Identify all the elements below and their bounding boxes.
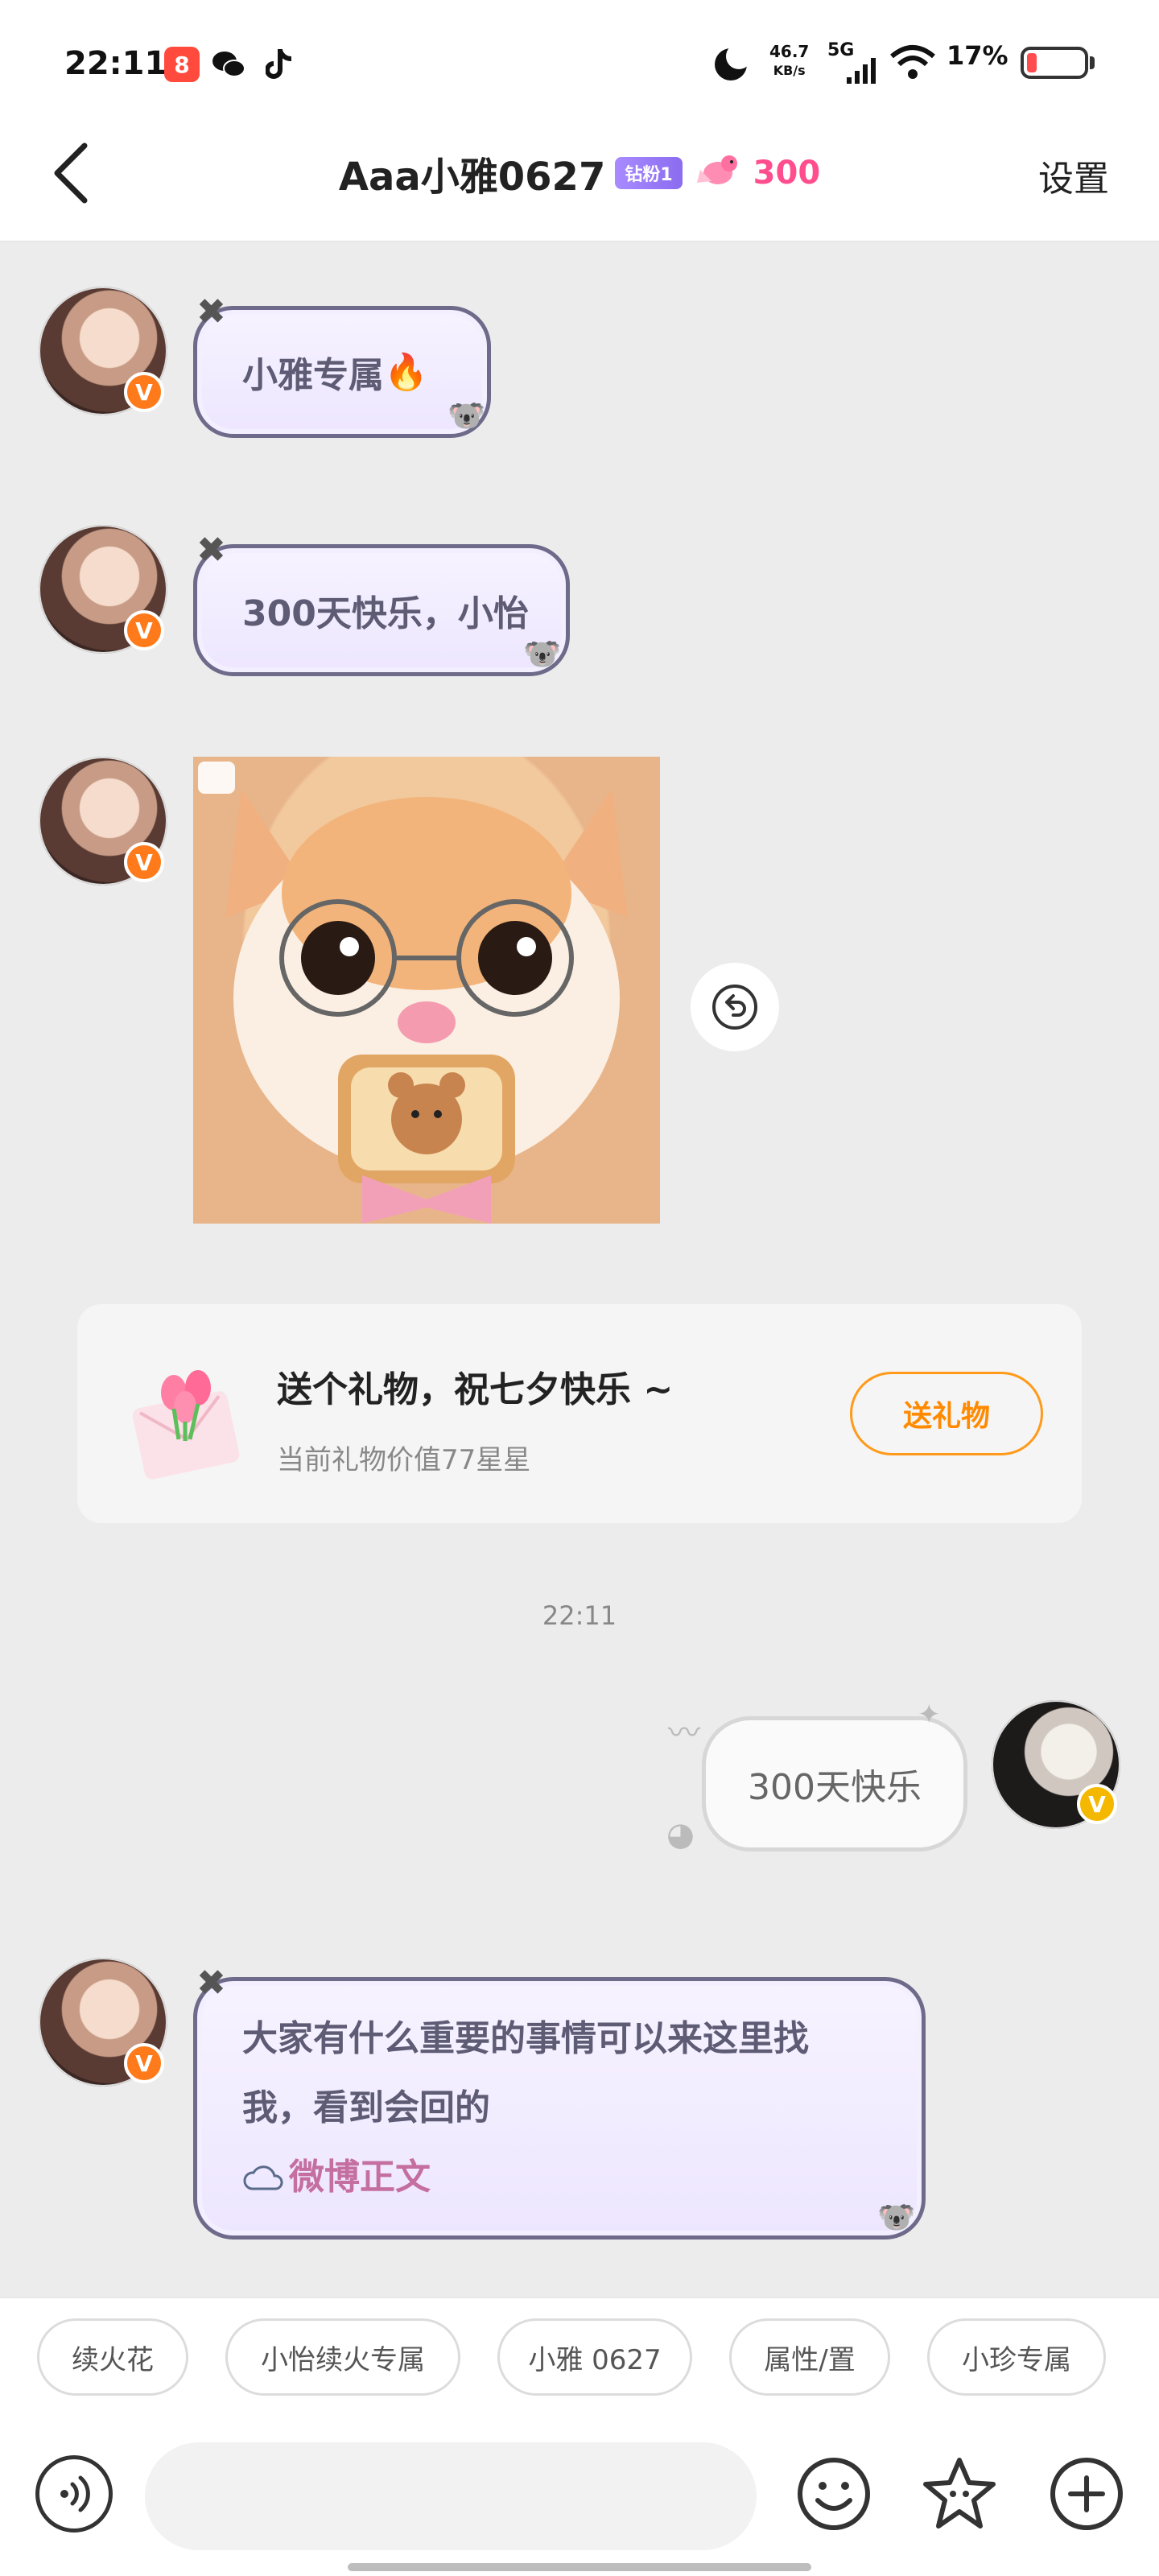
star-face-icon (923, 2458, 996, 2529)
message-bubble[interactable]: 300天快乐，小怡 (193, 544, 570, 676)
koala-decoration-icon: 🐨 (448, 398, 486, 433)
koala-decoration-icon: 🐨 (523, 636, 562, 671)
quick-tag[interactable]: 小雅 0627 (497, 2318, 692, 2396)
tulip-gift-icon (121, 1351, 250, 1480)
reply-arrow-icon (712, 985, 757, 1030)
plus-icon (1050, 2458, 1123, 2530)
bow-decoration-icon: ✖ (196, 1963, 226, 2004)
send-gift-button[interactable]: 送礼物 (850, 1372, 1043, 1455)
message-input[interactable] (145, 2442, 757, 2550)
quick-tag[interactable]: 属性/置 (729, 2318, 890, 2396)
emoji-button[interactable] (795, 2455, 872, 2533)
bow-decoration-icon: ✖ (196, 291, 226, 332)
battery-icon (1021, 47, 1088, 79)
message-text-line: 大家有什么重要的事情可以来这里找 (242, 2018, 809, 2059)
bird-icon (692, 146, 744, 200)
message-text: 300天快乐 (748, 1767, 922, 1808)
message-bubble[interactable]: 小雅专属 🔥 (193, 306, 491, 438)
sparkle-decoration-icon: ✦ (918, 1699, 941, 1731)
cat-face-icon (198, 762, 235, 794)
timestamp: 22:11 (542, 1600, 617, 1631)
quick-tag[interactable]: 续火花 (37, 2318, 188, 2396)
intimacy-count: 300 (753, 155, 821, 192)
weibo-link-text: 微博正文 (289, 2157, 431, 2198)
battery-tip (1090, 56, 1095, 69)
verified-badge: V (124, 2043, 164, 2083)
verified-badge: V (124, 372, 164, 412)
chat-title: Aaa小雅0627 (338, 155, 606, 200)
tiktok-icon (262, 47, 298, 82)
app-notification-icon: 8 (164, 47, 200, 82)
home-indicator[interactable] (348, 2563, 811, 2571)
message-bubble[interactable]: 大家有什么重要的事情可以来这里找 我，看到会回的 微博正文 (193, 1977, 926, 2240)
smiley-icon (798, 2458, 870, 2530)
message-text-line: 我，看到会回的 (242, 2087, 490, 2128)
my-message-bubble[interactable]: 300天快乐 (702, 1716, 967, 1852)
bow-decoration-icon: ✖ (196, 530, 226, 571)
status-time: 22:11 (64, 45, 167, 82)
message-text: 300天快乐，小怡 (242, 593, 529, 634)
fan-level-badge: 钻粉1 (615, 157, 683, 189)
gift-card-subtitle: 当前礼物价值77星星 (277, 1444, 531, 1476)
quick-tag[interactable]: 小珍专属 (927, 2318, 1106, 2396)
wing-decoration-icon: 〰 (668, 1715, 700, 1752)
fire-emoji: 🔥 (384, 352, 428, 393)
cloud-icon (243, 2165, 283, 2190)
net-speed: 46.7 KB/s (769, 42, 809, 80)
verified-badge: V (1077, 1784, 1117, 1824)
reply-button[interactable] (691, 963, 779, 1051)
more-button[interactable] (1048, 2455, 1125, 2533)
sticker-button[interactable] (921, 2455, 998, 2533)
quick-tag[interactable]: 小怡续火专属 (225, 2318, 460, 2396)
signal-icon (829, 53, 877, 89)
wifi-icon (889, 43, 937, 84)
message-text: 小雅专属 (242, 355, 384, 396)
settings-button[interactable]: 设置 (1038, 150, 1109, 201)
voice-button[interactable] (35, 2455, 113, 2533)
koala-decoration-icon: 🐨 (877, 2199, 916, 2235)
battery-percent: 17% (947, 40, 1008, 71)
cat-decoration-icon: ◕ (666, 1816, 695, 1853)
voice-icon (60, 2475, 90, 2512)
do-not-disturb-icon (711, 43, 752, 87)
cat-sticker-image[interactable] (193, 757, 660, 1224)
net-speed-unit: KB/s (773, 63, 806, 78)
weibo-link[interactable]: 微博正文 (242, 2143, 431, 2212)
chat-title-bar[interactable]: Aaa小雅0627 钻粉1 300 (0, 145, 1159, 201)
verified-badge: V (124, 610, 164, 650)
gift-card-title: 送个礼物，祝七夕快乐 ~ (277, 1369, 674, 1410)
verified-badge: V (124, 842, 164, 882)
net-speed-value: 46.7 (769, 42, 810, 61)
wechat-icon (211, 47, 246, 82)
